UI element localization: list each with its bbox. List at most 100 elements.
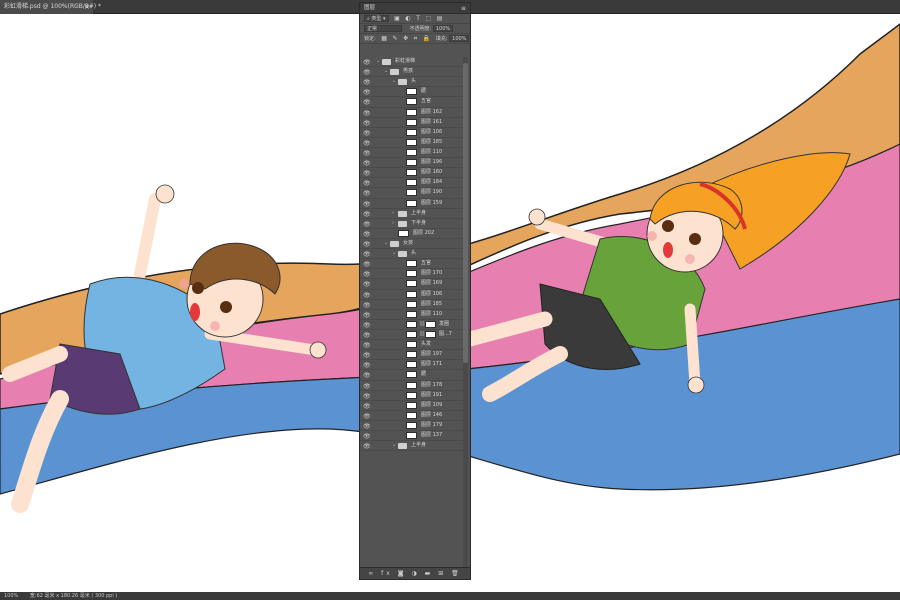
- layer-name[interactable]: 下半身: [411, 219, 426, 228]
- layer-name[interactable]: 男孩: [403, 67, 413, 76]
- layer-thumbnail[interactable]: [406, 260, 417, 268]
- fx-icon[interactable]: fx: [381, 570, 393, 577]
- layer-row[interactable]: 👁 图层 106: [360, 290, 463, 300]
- layer-name[interactable]: 图层 137: [421, 431, 442, 440]
- layer-row[interactable]: 👁 图层 110: [360, 310, 463, 320]
- visibility-eye-icon[interactable]: 👁: [363, 291, 371, 300]
- layer-name[interactable]: 图层 169: [421, 279, 442, 288]
- layer-name[interactable]: 图层 106: [421, 128, 442, 137]
- layer-name[interactable]: 图层 161: [421, 118, 442, 127]
- layer-name[interactable]: 图层 171: [421, 360, 442, 369]
- chevron-down-icon[interactable]: ⌄: [384, 239, 388, 248]
- zoom-level[interactable]: 100%: [4, 593, 18, 599]
- layer-thumbnail[interactable]: [406, 128, 417, 136]
- layer-thumbnail[interactable]: [406, 108, 417, 116]
- chevron-down-icon[interactable]: ⌄: [384, 67, 388, 76]
- visibility-eye-icon[interactable]: 👁: [363, 139, 371, 148]
- panel-menu-icon[interactable]: ≡: [461, 3, 466, 14]
- layer-row[interactable]: 👁 图层 202: [360, 229, 463, 239]
- layer-row[interactable]: 👁 ⛓ 发圈: [360, 320, 463, 330]
- visibility-eye-icon[interactable]: 👁: [363, 260, 371, 269]
- layer-row[interactable]: 👁 图层 169: [360, 279, 463, 290]
- layer-thumbnail[interactable]: [406, 411, 417, 419]
- chevron-down-icon[interactable]: ⌄: [392, 249, 396, 258]
- layer-thumbnail[interactable]: [398, 229, 409, 237]
- visibility-eye-icon[interactable]: 👁: [363, 341, 371, 350]
- layer-thumbnail[interactable]: [406, 138, 417, 146]
- visibility-eye-icon[interactable]: 👁: [363, 422, 371, 431]
- layer-name[interactable]: 头: [411, 77, 416, 86]
- layer-row[interactable]: 👁 图层 191: [360, 391, 463, 401]
- visibility-eye-icon[interactable]: 👁: [363, 442, 371, 451]
- visibility-eye-icon[interactable]: 👁: [363, 432, 371, 441]
- layer-thumbnail[interactable]: [406, 159, 417, 167]
- layer-group-row[interactable]: 👁 ⌄ 女孩: [360, 239, 463, 250]
- layer-thumbnail[interactable]: [406, 310, 417, 318]
- scrollbar-thumb[interactable]: [463, 63, 468, 363]
- layer-name[interactable]: 上半身: [411, 441, 426, 450]
- chevron-down-icon[interactable]: ⌄: [376, 57, 380, 66]
- visibility-eye-icon[interactable]: 👁: [363, 129, 371, 138]
- visibility-eye-icon[interactable]: 👁: [363, 230, 371, 239]
- visibility-eye-icon[interactable]: 👁: [363, 200, 371, 209]
- layer-name[interactable]: 图层 159: [421, 199, 442, 208]
- visibility-eye-icon[interactable]: 👁: [363, 361, 371, 370]
- visibility-eye-icon[interactable]: 👁: [363, 179, 371, 188]
- mask-icon[interactable]: ◙: [398, 570, 407, 577]
- visibility-eye-icon[interactable]: 👁: [363, 159, 371, 168]
- filter-smart-icon[interactable]: ▤: [437, 14, 443, 24]
- layer-thumbnail[interactable]: [406, 351, 417, 359]
- visibility-eye-icon[interactable]: 👁: [363, 412, 371, 421]
- layer-mask-thumbnail[interactable]: [425, 320, 436, 328]
- visibility-eye-icon[interactable]: 👁: [363, 98, 371, 107]
- layer-row[interactable]: 👁 五官: [360, 259, 463, 270]
- layer-name[interactable]: 女孩: [403, 239, 413, 248]
- layer-thumbnail[interactable]: [406, 98, 417, 106]
- visibility-eye-icon[interactable]: 👁: [363, 351, 371, 360]
- layer-name[interactable]: 上半身: [411, 209, 426, 218]
- layer-row[interactable]: 👁 图层 162: [360, 108, 463, 118]
- layer-mask-thumbnail[interactable]: [425, 330, 436, 338]
- visibility-eye-icon[interactable]: 👁: [363, 88, 371, 97]
- visibility-eye-icon[interactable]: 👁: [363, 58, 371, 67]
- layer-name[interactable]: 腮: [421, 87, 426, 96]
- layer-name[interactable]: 图层 162: [421, 108, 442, 117]
- layer-thumbnail[interactable]: [406, 148, 417, 156]
- layer-thumbnail[interactable]: [406, 280, 417, 288]
- lock-position-icon[interactable]: ✥: [403, 34, 408, 44]
- visibility-eye-icon[interactable]: 👁: [363, 301, 371, 310]
- layer-thumbnail[interactable]: [406, 270, 417, 278]
- lock-artboard-icon[interactable]: ⌗: [414, 34, 417, 44]
- layer-name[interactable]: 图层 184: [421, 178, 442, 187]
- layer-row[interactable]: 👁 图层 196: [360, 158, 463, 169]
- layer-thumbnail[interactable]: [406, 179, 417, 187]
- layer-row[interactable]: 👁 腮: [360, 87, 463, 98]
- layer-group-row[interactable]: 👁 ⌄ 头: [360, 77, 463, 88]
- layer-row[interactable]: 👁 图层 109: [360, 401, 463, 411]
- layer-name[interactable]: 图层 197: [421, 350, 442, 359]
- layer-row[interactable]: 👁 图层 185: [360, 300, 463, 310]
- layer-row[interactable]: 👁 图层 185: [360, 138, 463, 148]
- layer-row[interactable]: 👁 头发: [360, 340, 463, 351]
- visibility-eye-icon[interactable]: 👁: [363, 149, 371, 158]
- filter-shape-icon[interactable]: ⬚: [425, 14, 431, 24]
- blend-mode-select[interactable]: 正常: [364, 25, 402, 32]
- layer-group-row[interactable]: 👁 ⌄ 头: [360, 249, 463, 260]
- close-icon[interactable]: ×: [84, 0, 90, 14]
- layer-name[interactable]: 图层 160: [421, 168, 442, 177]
- fill-input[interactable]: 100%: [449, 35, 470, 42]
- layer-row[interactable]: 👁 图层 179: [360, 421, 463, 432]
- layer-thumbnail[interactable]: [406, 169, 417, 177]
- layer-group-row[interactable]: 👁 › 下半身: [360, 219, 463, 229]
- folder-icon[interactable]: ▬: [425, 570, 434, 577]
- layer-thumbnail[interactable]: [406, 361, 417, 369]
- layer-row[interactable]: 👁 图层 178: [360, 381, 463, 391]
- layer-name[interactable]: 五官: [421, 97, 431, 106]
- visibility-eye-icon[interactable]: 👁: [363, 371, 371, 380]
- lock-transparent-icon[interactable]: ▦: [381, 34, 387, 44]
- visibility-eye-icon[interactable]: 👁: [363, 270, 371, 279]
- lock-all-icon[interactable]: 🔒: [423, 34, 430, 44]
- filter-kind-select[interactable]: ⌕ 类型 ▾: [364, 15, 389, 22]
- layer-thumbnail[interactable]: [406, 118, 417, 126]
- layers-panel-title[interactable]: 图层: [364, 5, 375, 11]
